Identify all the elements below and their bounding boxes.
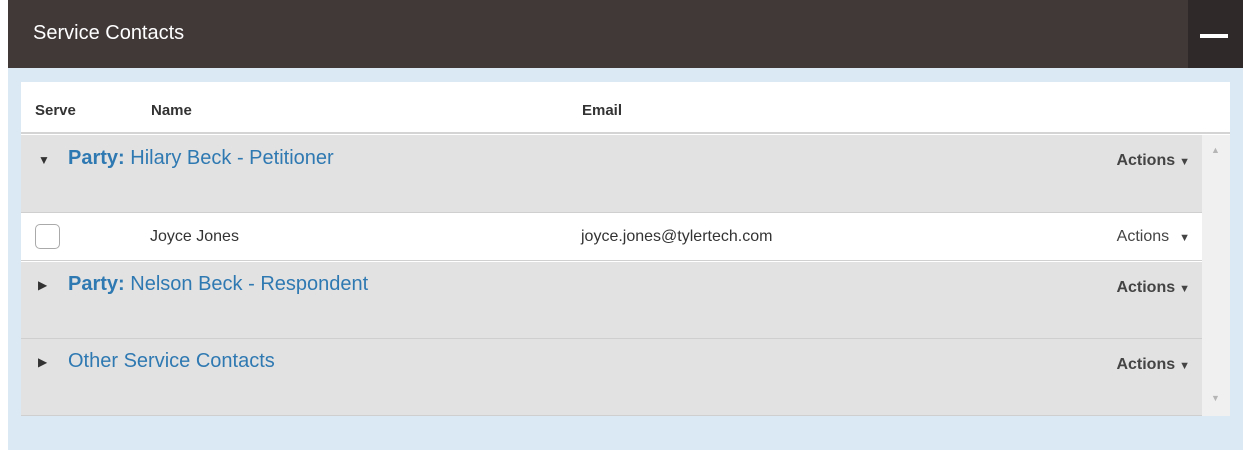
minus-icon bbox=[1200, 34, 1228, 38]
collapse-button[interactable] bbox=[1188, 0, 1243, 68]
caret-right-icon[interactable]: ▶ bbox=[38, 355, 47, 369]
vertical-scrollbar[interactable]: ▲ ▼ bbox=[1202, 135, 1230, 416]
serve-checkbox[interactable] bbox=[35, 224, 60, 249]
party-group-row[interactable]: ▶ Party: Nelson Beck - Respondent Action… bbox=[21, 262, 1202, 339]
group-actions-dropdown[interactable]: Actions ▼ bbox=[1116, 152, 1190, 170]
contact-email: joyce.jones@tylertech.com bbox=[581, 228, 773, 245]
table-row: Joyce Jones joyce.jones@tylertech.com Ac… bbox=[21, 213, 1202, 261]
triangle-down-icon: ▼ bbox=[1179, 156, 1190, 168]
triangle-down-icon: ▼ bbox=[1179, 283, 1190, 295]
other-contacts-title[interactable]: Other Service Contacts bbox=[68, 350, 275, 373]
triangle-down-icon: ▼ bbox=[1179, 232, 1190, 244]
group-actions-dropdown[interactable]: Actions ▼ bbox=[1116, 356, 1190, 374]
column-header-serve: Serve bbox=[35, 102, 76, 119]
panel-title: Service Contacts bbox=[33, 22, 185, 44]
scroll-down-arrow-icon[interactable]: ▼ bbox=[1211, 393, 1220, 403]
service-contacts-panel: Service Contacts Serve Name Email ▼ Part… bbox=[8, 0, 1243, 450]
party-group-title[interactable]: Party: Nelson Beck - Respondent bbox=[68, 273, 368, 296]
contact-name: Joyce Jones bbox=[150, 228, 239, 245]
caret-right-icon[interactable]: ▶ bbox=[38, 278, 47, 292]
group-actions-dropdown[interactable]: Actions ▼ bbox=[1116, 279, 1190, 297]
other-contacts-group-row[interactable]: ▶ Other Service Contacts Actions ▼ bbox=[21, 339, 1202, 416]
party-group-title[interactable]: Party: Hilary Beck - Petitioner bbox=[68, 147, 334, 170]
caret-down-icon[interactable]: ▼ bbox=[38, 153, 50, 167]
panel-header: Service Contacts bbox=[8, 0, 1243, 68]
party-group-row[interactable]: ▼ Party: Hilary Beck - Petitioner Action… bbox=[21, 135, 1202, 213]
contact-actions-dropdown[interactable]: Actions ▼ bbox=[1117, 228, 1190, 246]
triangle-down-icon: ▼ bbox=[1179, 360, 1190, 372]
scroll-up-arrow-icon[interactable]: ▲ bbox=[1211, 145, 1220, 155]
service-contacts-table: Serve Name Email ▼ Party: Hilary Beck - … bbox=[21, 82, 1230, 416]
table-header: Serve Name Email bbox=[21, 82, 1230, 134]
column-header-email: Email bbox=[582, 102, 623, 119]
table-body: ▼ Party: Hilary Beck - Petitioner Action… bbox=[21, 135, 1230, 416]
column-header-name: Name bbox=[151, 102, 192, 119]
